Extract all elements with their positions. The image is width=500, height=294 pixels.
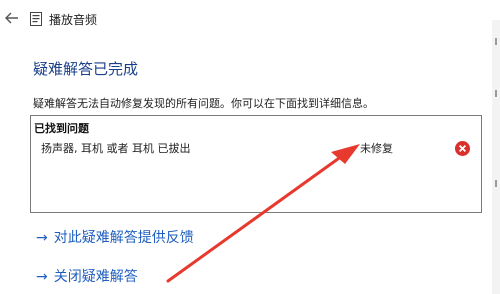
problem-text: 扬声器, 耳机 或者 耳机 已拔出 — [41, 142, 191, 155]
page-description: 疑难解答无法自动修复发现的所有问题。你可以在下面找到详细信息。 — [33, 97, 374, 110]
window-title: 播放音频 — [49, 13, 98, 27]
close-troubleshooter-link[interactable]: → 关闭疑难解答 — [36, 266, 138, 286]
problem-status: 未修复 — [360, 142, 393, 155]
scrollbar-mark — [495, 180, 497, 187]
results-header: 已找到问题 — [34, 122, 89, 135]
right-arrow-icon: → — [36, 269, 48, 285]
page-title: 疑难解答已完成 — [33, 60, 139, 78]
right-arrow-icon: → — [36, 230, 48, 246]
error-icon — [455, 141, 470, 156]
scrollbar-mark — [495, 90, 497, 97]
title-bar: 播放音频 — [0, 0, 500, 40]
feedback-link[interactable]: → 对此疑难解答提供反馈 — [36, 227, 194, 247]
document-icon — [30, 12, 42, 26]
feedback-link-label: 对此疑难解答提供反馈 — [53, 230, 194, 246]
results-panel: 已找到问题 扬声器, 耳机 或者 耳机 已拔出 未修复 — [30, 115, 482, 213]
problem-row[interactable]: 扬声器, 耳机 或者 耳机 已拔出 未修复 — [31, 136, 481, 158]
close-troubleshooter-link-label: 关闭疑难解答 — [53, 269, 138, 285]
scrollbar-mark — [495, 38, 497, 45]
back-arrow-icon[interactable] — [4, 10, 20, 26]
scrollbar[interactable] — [492, 20, 500, 294]
